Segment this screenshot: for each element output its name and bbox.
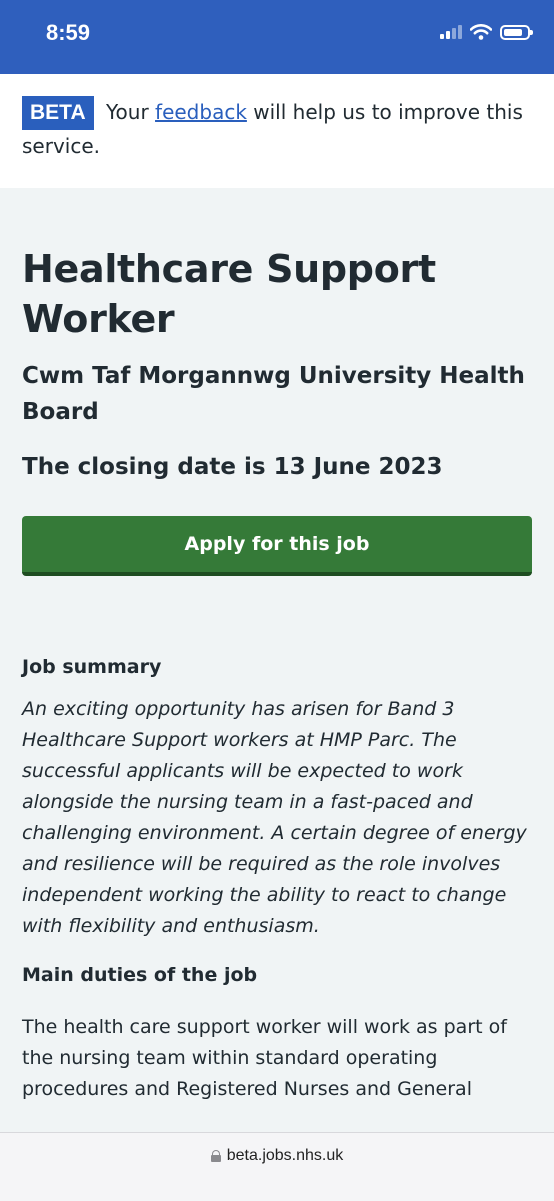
status-bar: 8:59 [0,0,554,74]
main-duties-heading: Main duties of the job [22,964,258,986]
employer-name: Cwm Taf Morgannwg University Health Boar… [22,363,525,425]
beta-text-before: Your [105,100,149,124]
status-time: 8:59 [46,20,91,45]
beta-tag: BETA [22,96,94,130]
status-icons [440,24,533,40]
lock-icon [210,1150,221,1162]
url-display[interactable]: beta.jobs.nhs.uk [0,1147,554,1165]
wifi-icon [470,24,492,40]
beta-banner: BETA Your feedback will help us to impro… [0,74,554,188]
feedback-link[interactable]: feedback [155,100,247,124]
beta-banner-text: BETA Your feedback will help us to impro… [22,96,532,162]
cellular-signal-icon [440,25,462,39]
closing-date: The closing date is 13 June 2023 [22,454,443,480]
main-duties-text: The health care support worker will work… [22,1016,507,1100]
job-summary-text: An exciting opportunity has arisen for B… [22,698,527,937]
browser-address-bar[interactable]: beta.jobs.nhs.uk [0,1132,554,1201]
battery-icon [500,24,533,40]
beta-text-after: will help us to improve this service. [22,100,523,158]
job-summary-heading: Job summary [22,656,162,678]
job-title: Healthcare Support Worker [22,247,436,341]
url-text[interactable]: beta.jobs.nhs.uk [227,1147,344,1165]
job-content: Healthcare Support Worker Cwm Taf Morgan… [22,188,532,1105]
apply-button[interactable]: Apply for this job [22,516,532,576]
